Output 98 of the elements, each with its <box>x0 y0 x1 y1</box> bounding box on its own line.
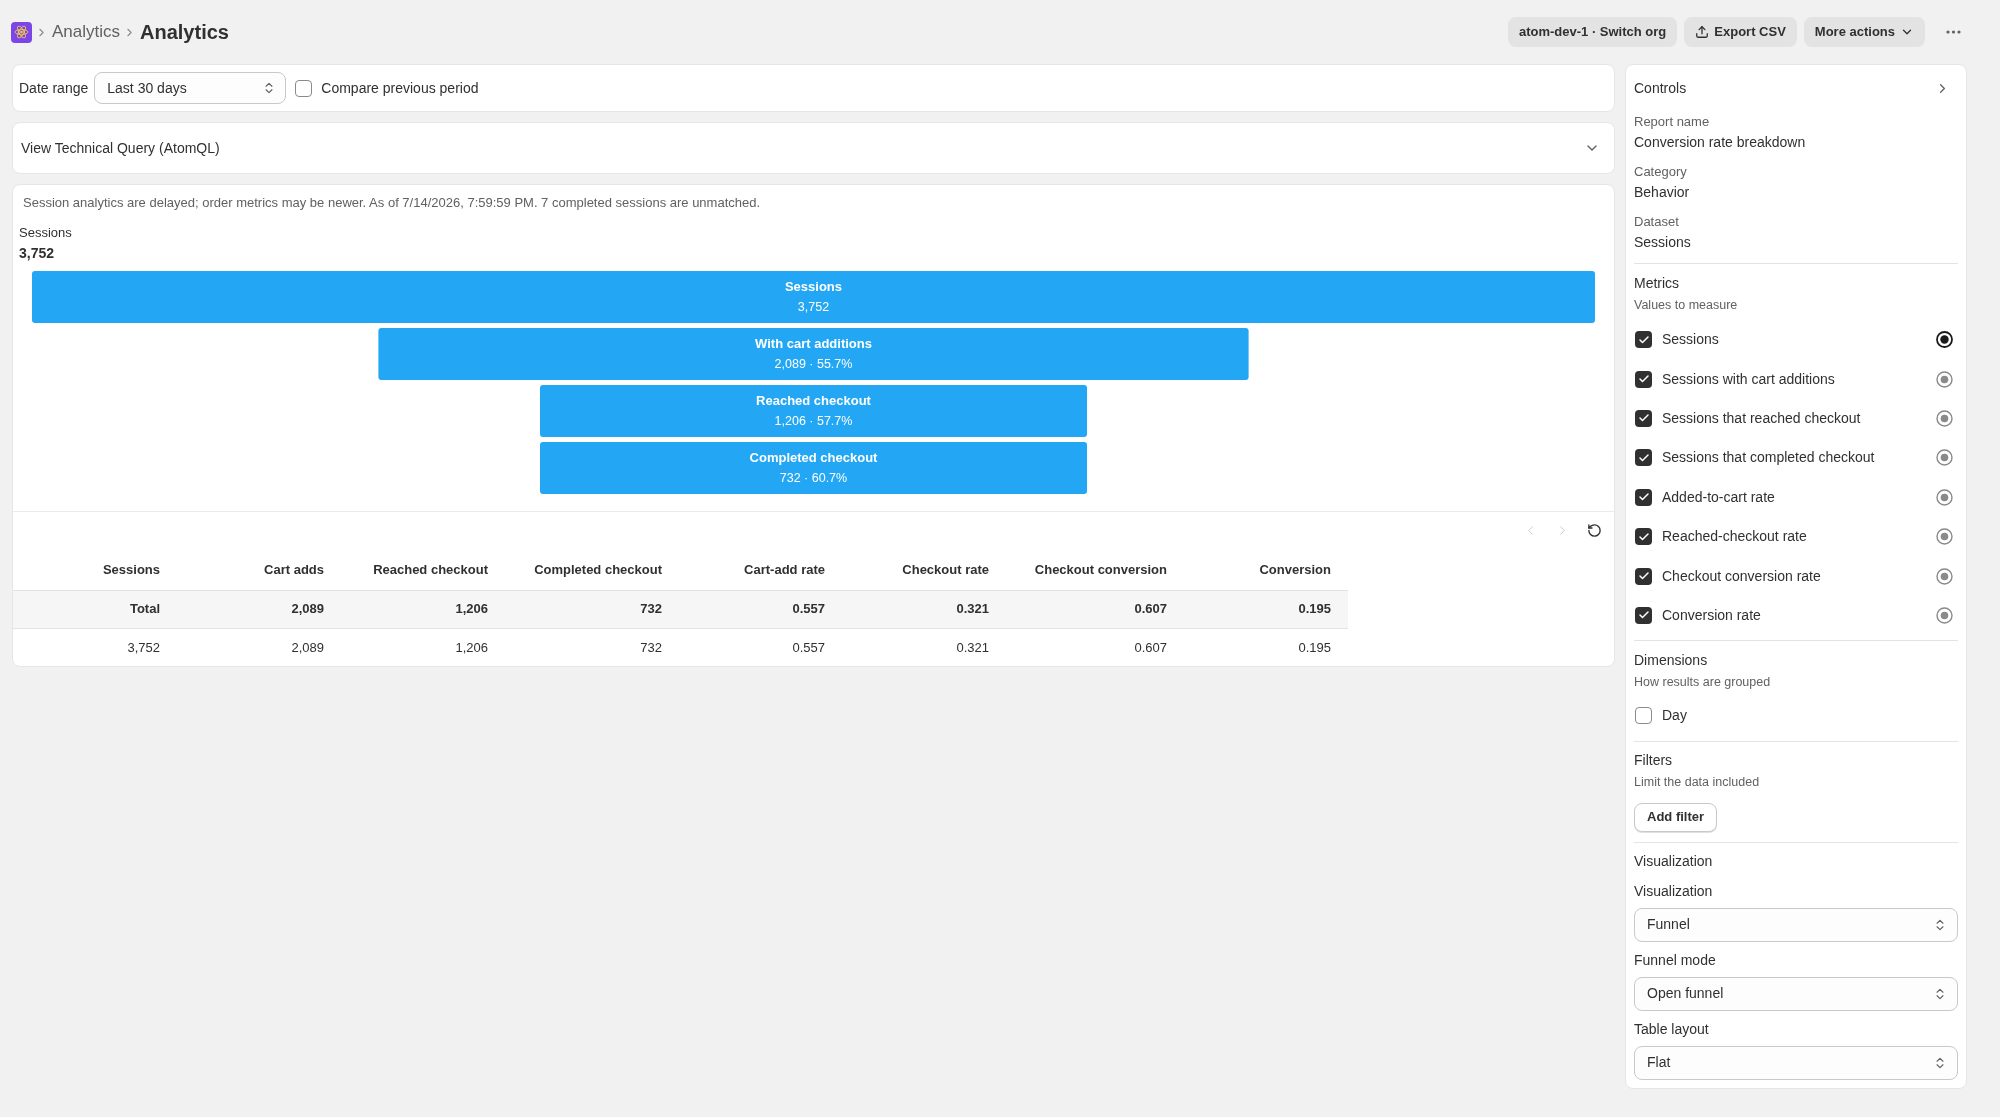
table-cell: 0.607 <box>1006 590 1184 628</box>
funnel-stage-value: 1,206 · 57.7% <box>774 414 853 428</box>
breadcrumb-link[interactable]: Analytics <box>52 19 121 45</box>
funnel-stage-label: With cart additions <box>755 336 872 351</box>
select-field[interactable]: Open funnel <box>1634 976 1958 1011</box>
table-cell: 0.557 <box>679 628 842 666</box>
radio-button[interactable] <box>1936 606 1953 624</box>
table-cell: 732 <box>505 628 679 666</box>
metric-label: Sessions <box>1662 330 1720 350</box>
section-description: Values to measure <box>1634 297 1738 314</box>
notice-text: Session analytics are delayed; order metrics may be newer. As of 7/14/2026, 7:59:59 PM. 7 completed sessions are unmatched. <box>22 194 762 212</box>
table-cell: 0.557 <box>679 590 842 628</box>
table-cell: 1,206 <box>341 628 505 666</box>
section-title: Dimensions <box>1634 651 1708 671</box>
checkbox[interactable] <box>1635 707 1652 725</box>
field-label: Category <box>1634 163 1687 181</box>
section-description: How results are grouped <box>1634 674 1771 692</box>
column-header: Reached checkout <box>341 549 505 590</box>
metric-label: Sessions with cart additions <box>1662 369 1836 389</box>
date-range-label: Date range <box>19 78 89 98</box>
table-cell: 0.195 <box>1184 628 1348 666</box>
checkmark-icon <box>1637 333 1650 346</box>
checkbox[interactable] <box>1635 331 1652 349</box>
table-cell: 0.195 <box>1184 590 1348 628</box>
metric-label: Sessions that reached checkout <box>1662 408 1862 428</box>
radio-button[interactable] <box>1936 528 1953 546</box>
table-cell: 0.321 <box>842 590 1006 628</box>
checkbox[interactable] <box>1635 409 1652 427</box>
section-title: Filters <box>1634 750 1673 770</box>
field-value: Sessions <box>1634 233 1691 252</box>
query-disclosure[interactable]: View Technical Query (AtomQL) <box>12 122 1615 174</box>
header-action-button[interactable]: Export CSV <box>1684 17 1797 47</box>
column-header: Completed checkout <box>505 549 679 590</box>
column-header: Checkout rate <box>842 549 1006 590</box>
ellipsis-icon <box>1945 30 1961 34</box>
summary-value: 3,752 <box>18 244 56 263</box>
radio-button[interactable] <box>1936 331 1953 349</box>
table-cell: 1,206 <box>341 590 505 628</box>
checkbox[interactable] <box>1635 528 1652 546</box>
metric-label: Sessions that completed checkout <box>1662 448 1876 468</box>
table-cell: 0.321 <box>842 628 1006 666</box>
table-cell: 3,752 <box>13 628 177 666</box>
table-cell: 2,089 <box>177 628 341 666</box>
section-title: Visualization <box>1634 851 1713 871</box>
field-value: Conversion rate breakdown <box>1634 133 1806 152</box>
checkbox[interactable] <box>1635 488 1652 506</box>
radio-button[interactable] <box>1936 370 1953 388</box>
summary-label: Sessions <box>18 224 73 242</box>
funnel-stage-value: 732 · 60.7% <box>779 471 848 485</box>
page-title: Analytics <box>140 20 229 45</box>
column-header: Conversion <box>1184 549 1348 590</box>
dimension-label: Day <box>1662 706 1687 726</box>
add-filter-button[interactable]: Add filter <box>1634 802 1718 832</box>
metric-label: Reached-checkout rate <box>1662 527 1808 547</box>
column-header: Checkout conversion <box>1006 549 1184 590</box>
select-label: Funnel mode <box>1634 950 1716 970</box>
column-header: Sessions <box>13 549 177 590</box>
table-cell: 732 <box>505 590 679 628</box>
section-description: Limit the data included <box>1634 773 1760 791</box>
panel-title: Controls <box>1634 79 1687 98</box>
table-cell: Total <box>13 590 177 628</box>
table-cell: 0.607 <box>1006 628 1184 666</box>
checkmark-icon <box>1637 451 1650 464</box>
checkbox[interactable] <box>295 79 313 97</box>
funnel-stage-value: 2,089 · 55.7% <box>774 357 853 371</box>
checkbox[interactable] <box>1635 567 1652 585</box>
field-label: Dataset <box>1634 213 1679 231</box>
radio-button[interactable] <box>1936 409 1953 427</box>
upload-icon <box>1695 25 1710 39</box>
funnel-stage-value: 3,752 <box>797 300 830 314</box>
checkbox-label: Compare previous period <box>321 78 479 98</box>
checkbox[interactable] <box>1635 449 1652 467</box>
radio-button[interactable] <box>1936 567 1953 585</box>
metric-label: Checkout conversion rate <box>1662 566 1822 586</box>
date-range-select[interactable]: Last 30 days <box>94 72 287 104</box>
checkmark-icon <box>1637 530 1650 543</box>
metric-label: Added-to-cart rate <box>1662 487 1776 507</box>
field-label: Report name <box>1634 113 1710 131</box>
funnel-stage-label: Sessions <box>784 279 843 294</box>
radio-button[interactable] <box>1936 449 1953 467</box>
checkbox[interactable] <box>1635 370 1652 388</box>
funnel-stage-label: Reached checkout <box>756 393 871 408</box>
select-label: Table layout <box>1634 1019 1709 1039</box>
column-header: Cart-add rate <box>679 549 842 590</box>
header-action-button[interactable]: atom-dev-1 · Switch org <box>1507 17 1678 47</box>
section-title: Metrics <box>1634 274 1680 293</box>
funnel-stage-label: Completed checkout <box>749 450 878 465</box>
select-field[interactable]: Flat <box>1634 1045 1958 1080</box>
select-label: Visualization <box>1634 881 1713 901</box>
table-cell: 2,089 <box>177 590 341 628</box>
atom-logo-icon <box>11 21 32 43</box>
column-header: Cart adds <box>177 549 341 590</box>
radio-button[interactable] <box>1936 488 1953 506</box>
checkbox[interactable] <box>1635 606 1652 624</box>
metric-label: Conversion rate <box>1662 605 1762 625</box>
header-action-button[interactable]: More actions <box>1803 17 1925 47</box>
field-value: Behavior <box>1634 183 1690 202</box>
select-field[interactable]: Funnel <box>1634 907 1958 942</box>
